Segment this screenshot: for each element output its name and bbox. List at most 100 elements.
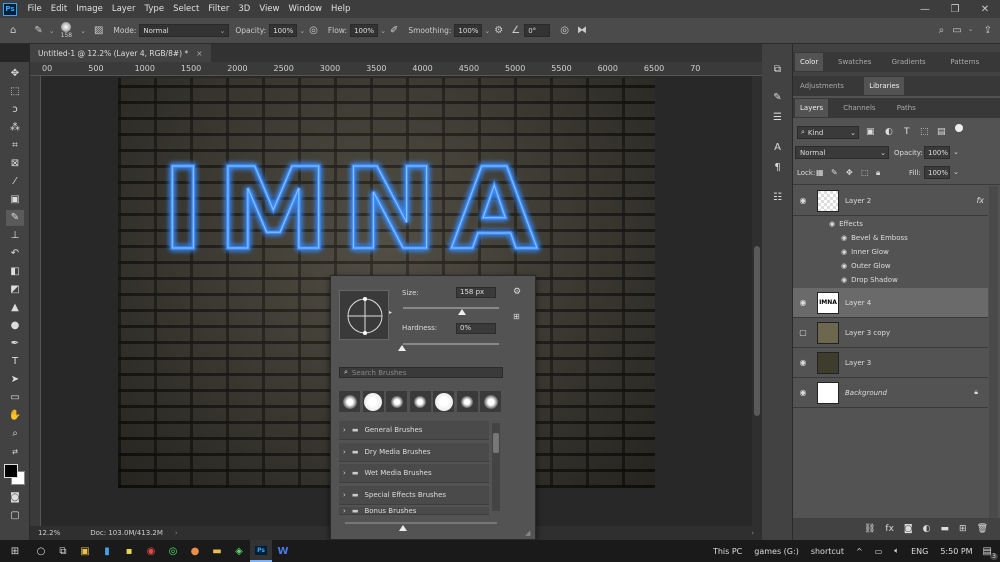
scroll-thumb[interactable]	[754, 246, 760, 416]
menu-item-help[interactable]: Help	[327, 4, 355, 14]
layer-thumbnail[interactable]	[817, 321, 839, 344]
move-tool-icon[interactable]: ✥	[6, 66, 24, 82]
symmetry-icon[interactable]: ⧓	[577, 25, 587, 36]
zoom-tool-icon[interactable]: ⌕	[6, 426, 24, 442]
brush-tip-preset[interactable]	[386, 391, 407, 412]
dodge-tool-icon[interactable]: ●	[6, 318, 24, 334]
tab-color[interactable]: Color	[795, 53, 824, 71]
pressure-size-icon[interactable]: ◎	[560, 25, 569, 36]
layers-scrollbar[interactable]	[989, 186, 998, 526]
eye-icon[interactable]: ◉	[793, 388, 813, 397]
brush-tool-icon[interactable]: ✎	[34, 25, 42, 36]
hardness-field[interactable]: 0%	[456, 323, 496, 334]
pressure-opacity-icon[interactable]: ◎	[309, 25, 318, 36]
brush-preset-picker[interactable]: 158	[61, 22, 72, 39]
visibility-off-icon[interactable]: ▢	[793, 328, 813, 337]
flow-field[interactable]: 100%	[350, 24, 379, 37]
eye-icon[interactable]: ◉	[793, 358, 813, 367]
layer-name[interactable]: Background	[845, 389, 887, 397]
lock-position-icon[interactable]: ✥	[846, 168, 853, 177]
new-preset-icon[interactable]: ⊞	[513, 312, 520, 321]
preview-size-slider[interactable]	[345, 522, 497, 524]
firefox-icon[interactable]: ●	[184, 540, 206, 562]
brush-tool-icon[interactable]: ✎	[6, 210, 24, 226]
brush-tip-preset[interactable]	[456, 391, 478, 412]
type-tool-icon[interactable]: T	[6, 354, 24, 370]
layer-thumbnail[interactable]	[817, 381, 839, 404]
filter-type-icon[interactable]: T	[904, 127, 910, 137]
layer-thumbnail[interactable]	[817, 351, 839, 374]
layer-row[interactable]: ◉ Background 🔒︎	[793, 378, 988, 408]
clock[interactable]: 5:50 PM	[940, 547, 972, 556]
tab-patterns[interactable]: Patterns	[945, 53, 984, 71]
layer-name[interactable]: Layer 3 copy	[845, 329, 890, 337]
store-icon[interactable]: ▣	[74, 540, 96, 562]
volume-icon[interactable]: 🔈︎	[894, 546, 899, 556]
close-tab-icon[interactable]: ×	[196, 49, 202, 58]
eye-icon[interactable]: ◉	[841, 276, 847, 284]
vertical-scrollbar[interactable]	[752, 76, 762, 526]
doc-info[interactable]: Doc: 103.0M/413.2M	[90, 529, 163, 537]
blend-mode-select[interactable]: Normal ⌄	[795, 146, 889, 159]
menu-item-window[interactable]: Window	[284, 4, 327, 14]
tab-swatches[interactable]: Swatches	[833, 53, 876, 71]
layer-opacity-field[interactable]: 100%	[924, 146, 950, 159]
fill-field[interactable]: 100%	[924, 166, 950, 179]
tab-paths[interactable]: Paths	[892, 99, 921, 117]
language-indicator[interactable]: ENG	[911, 547, 928, 556]
layer-row[interactable]: ◉ Layer 3	[793, 348, 988, 378]
layer-name[interactable]: Layer 4	[845, 299, 871, 307]
lock-icon[interactable]: 🔒︎	[974, 388, 978, 397]
games-drive-toolbar[interactable]: games (G:)	[754, 547, 799, 556]
task-view-icon[interactable]: ⧉	[52, 540, 74, 562]
effect-row[interactable]: ◉ Outer Glow	[793, 259, 988, 273]
smoothing-field[interactable]: 100%	[454, 24, 483, 37]
chevron-right-icon[interactable]: ›	[343, 448, 346, 456]
path-selection-icon[interactable]: ➤	[6, 372, 24, 388]
brush-folder-row[interactable]: › ▬ Dry Media Brushes	[339, 442, 489, 462]
workspace-icon[interactable]: ▭	[952, 25, 961, 36]
windows-start-icon[interactable]: ⊞	[0, 540, 30, 562]
lasso-tool-icon[interactable]: ↄ	[6, 102, 24, 118]
menu-item-select[interactable]: Select	[169, 4, 204, 14]
opacity-chevron-icon[interactable]: ⌄	[299, 27, 305, 35]
pen-tool-icon[interactable]: ✒	[6, 336, 24, 352]
trash-icon[interactable]: 🗑︎	[977, 524, 988, 534]
smoothing-chevron-icon[interactable]: ⌄	[484, 27, 490, 35]
brush-search-field[interactable]: ⌕ Search Brushes	[339, 367, 503, 378]
filter-adjustment-icon[interactable]: ◐	[885, 127, 893, 137]
hand-tool-icon[interactable]: ✋	[6, 408, 24, 424]
brush-folder-row[interactable]: › ▬ Special Effects Brushes	[339, 485, 489, 505]
brush-tip-preset[interactable]	[339, 391, 360, 412]
maximize-button[interactable]: ❐	[940, 0, 970, 18]
eye-icon[interactable]: ◉	[841, 262, 847, 270]
shortcut-toolbar[interactable]: shortcut	[811, 547, 844, 556]
menu-item-type[interactable]: Type	[140, 4, 169, 14]
gear-icon[interactable]: ⚙	[494, 25, 503, 36]
layer-row[interactable]: ◉ IMNA Layer 4	[793, 288, 988, 318]
share-icon[interactable]: ⇪	[984, 25, 992, 36]
menu-item-view[interactable]: View	[255, 4, 284, 14]
tab-libraries[interactable]: Libraries	[864, 77, 905, 95]
workspace-chevron-icon[interactable]: ⌄	[968, 25, 974, 36]
tool-preset-chevron-icon[interactable]: ⌄	[49, 27, 55, 35]
brush-panel-icon[interactable]: ✎	[770, 90, 785, 105]
resize-grip-icon[interactable]: ◢	[525, 529, 530, 537]
lock-artboard-icon[interactable]: ⬚	[861, 168, 869, 177]
shape-tool-icon[interactable]: ▭	[6, 390, 24, 406]
eye-icon[interactable]: ◉	[841, 248, 847, 256]
link-layers-icon[interactable]: ⛓	[864, 524, 875, 534]
filter-smart-object-icon[interactable]: ▤	[937, 127, 946, 137]
magic-wand-tool-icon[interactable]: ⁂	[6, 120, 24, 136]
brush-folder-row[interactable]: › ▬ Wet Media Brushes	[339, 464, 489, 483]
menu-item-file[interactable]: File	[23, 4, 46, 14]
chrome-icon[interactable]: ◎	[162, 540, 184, 562]
eye-icon[interactable]: ◉	[793, 196, 813, 205]
document-tab[interactable]: Untitled-1 @ 12.2% (Layer 4, RGB/8#) * ×	[30, 44, 211, 62]
photoshop-taskbar-icon[interactable]: Ps	[250, 540, 272, 562]
history-brush-icon[interactable]: ↶	[6, 246, 24, 262]
layer-row[interactable]: ◉ Layer 2 fx	[793, 186, 988, 216]
stamp-tool-icon[interactable]: ⊥	[6, 228, 24, 244]
foreground-color-swatch[interactable]	[4, 464, 18, 478]
paragraph-panel-icon[interactable]: ¶	[770, 160, 785, 175]
